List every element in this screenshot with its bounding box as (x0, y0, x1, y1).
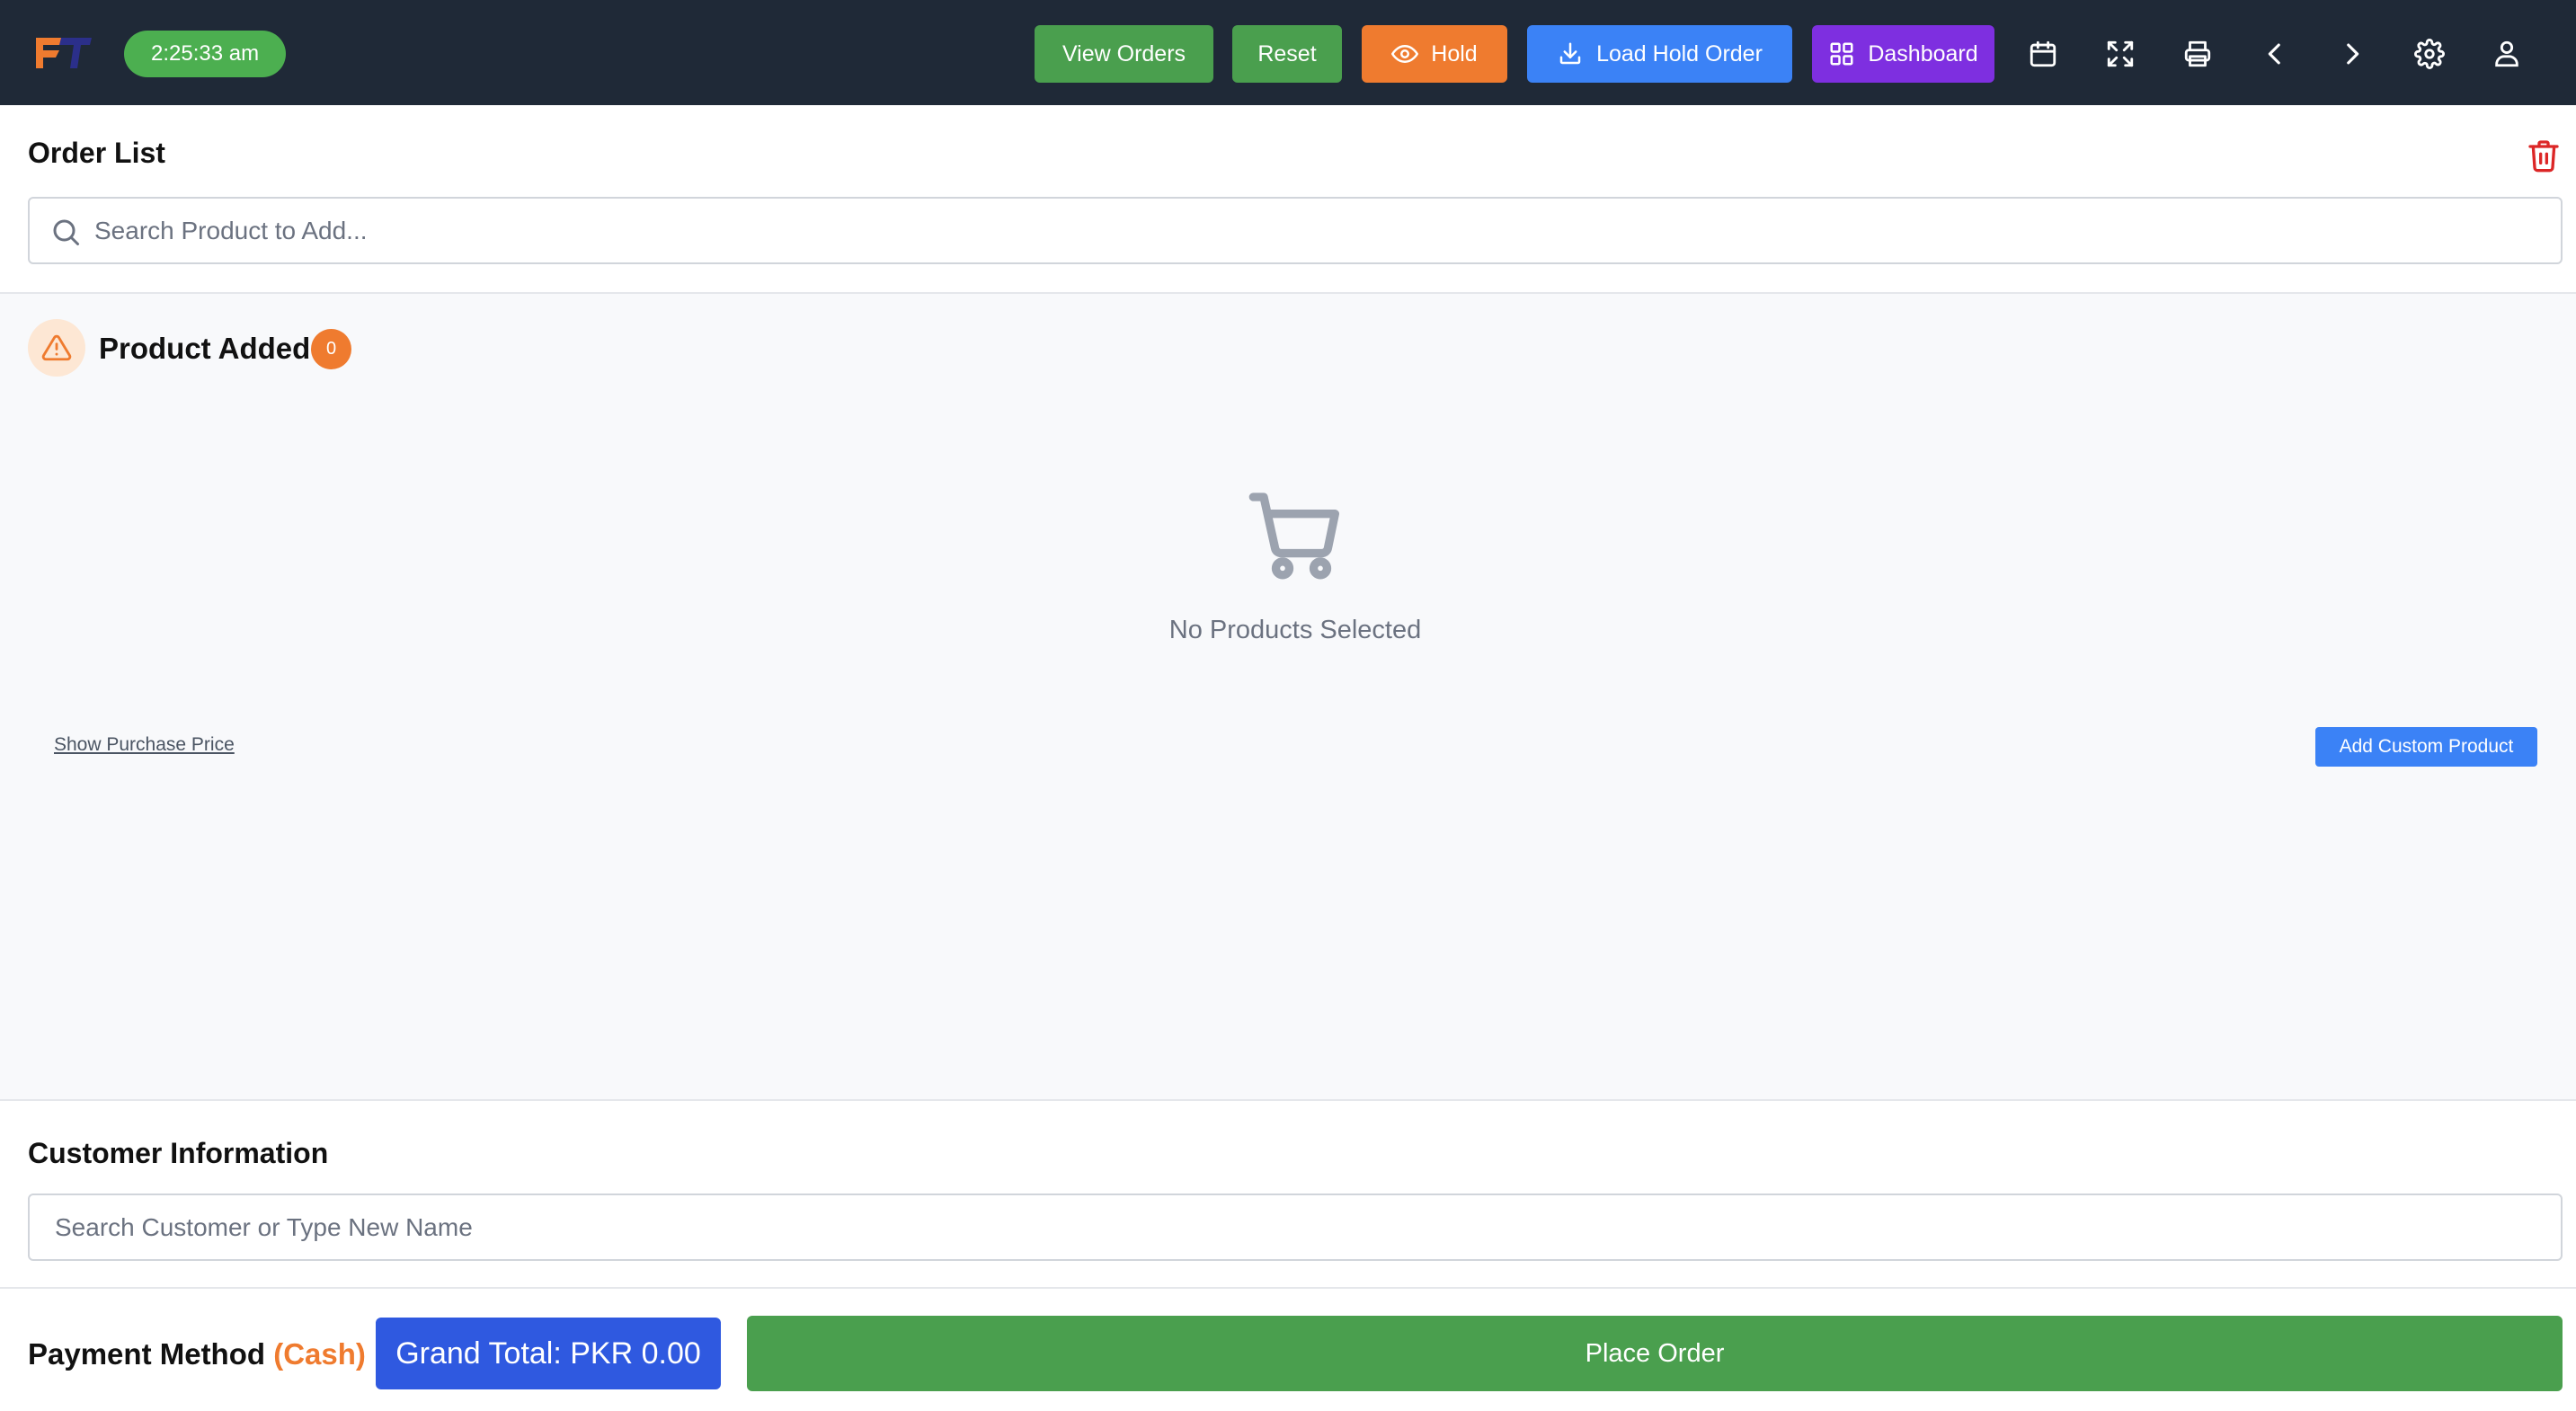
add-custom-product-button[interactable]: Add Custom Product (2315, 727, 2537, 767)
top-bar: 2:25:33 am View Orders Reset Hold Load H… (0, 0, 2576, 105)
empty-state-text: No Products Selected (1168, 616, 1422, 644)
shopping-cart-icon (1248, 493, 1339, 580)
chevron-left-icon (2268, 43, 2280, 65)
user-icon (2495, 40, 2518, 67)
product-search-box (28, 197, 2563, 264)
reset-label: Reset (1257, 40, 1317, 67)
customer-search-box (28, 1194, 2563, 1261)
show-purchase-price-link[interactable]: Show Purchase Price (54, 734, 235, 756)
dashboard-label: Dashboard (1868, 40, 1978, 67)
next-button[interactable] (2334, 36, 2370, 72)
view-orders-label: View Orders (1061, 40, 1186, 67)
load-hold-order-button[interactable]: Load Hold Order (1527, 25, 1792, 83)
chevron-right-icon (2347, 43, 2359, 65)
view-orders-button[interactable]: View Orders (1035, 25, 1213, 83)
hold-button[interactable]: Hold (1362, 25, 1507, 83)
download-icon (1559, 42, 1581, 65)
place-order-label: Place Order (1585, 1338, 1725, 1368)
dashboard-button[interactable]: Dashboard (1812, 25, 1994, 83)
product-added-panel: Product Added 0 No Products Selected Sho… (0, 292, 2576, 1101)
warning-icon (41, 334, 72, 361)
brand-logo (36, 38, 92, 68)
payment-method-text: Payment Method (28, 1337, 266, 1371)
hold-label: Hold (1431, 40, 1478, 67)
product-search-input[interactable] (94, 199, 2521, 262)
search-icon (53, 219, 79, 245)
settings-button[interactable] (2412, 36, 2447, 72)
product-count-badge: 0 (311, 329, 351, 369)
fullscreen-icon (2107, 40, 2134, 67)
add-custom-product-label: Add Custom Product (2339, 736, 2514, 757)
section-divider (0, 1287, 2576, 1289)
eye-icon (1391, 45, 1419, 63)
warning-badge (28, 319, 85, 377)
product-added-title: Product Added (99, 332, 311, 365)
payment-method-label[interactable]: Payment Method (Cash) (28, 1337, 366, 1371)
grid-icon (1830, 42, 1853, 66)
customer-information-title: Customer Information (28, 1137, 329, 1169)
clear-order-button[interactable] (2526, 136, 2562, 175)
customer-search-input[interactable] (55, 1195, 2536, 1259)
user-profile-button[interactable] (2489, 36, 2525, 72)
trash-icon (2528, 140, 2559, 173)
payment-method-value[interactable]: (Cash) (273, 1337, 366, 1371)
reset-button[interactable]: Reset (1232, 25, 1342, 83)
fullscreen-button[interactable] (2102, 36, 2138, 72)
print-button[interactable] (2180, 36, 2216, 72)
printer-icon (2184, 40, 2211, 67)
load-hold-order-label: Load Hold Order (1596, 40, 1763, 67)
calendar-icon (2030, 40, 2056, 67)
previous-button[interactable] (2257, 36, 2293, 72)
place-order-button[interactable]: Place Order (747, 1316, 2563, 1391)
order-list-title: Order List (28, 137, 165, 169)
gear-icon (2414, 39, 2445, 69)
calendar-button[interactable] (2025, 36, 2061, 72)
grand-total-text: Grand Total: PKR 0.00 (395, 1336, 701, 1371)
clock-display: 2:25:33 am (124, 31, 287, 77)
grand-total-display: Grand Total: PKR 0.00 (376, 1318, 721, 1389)
